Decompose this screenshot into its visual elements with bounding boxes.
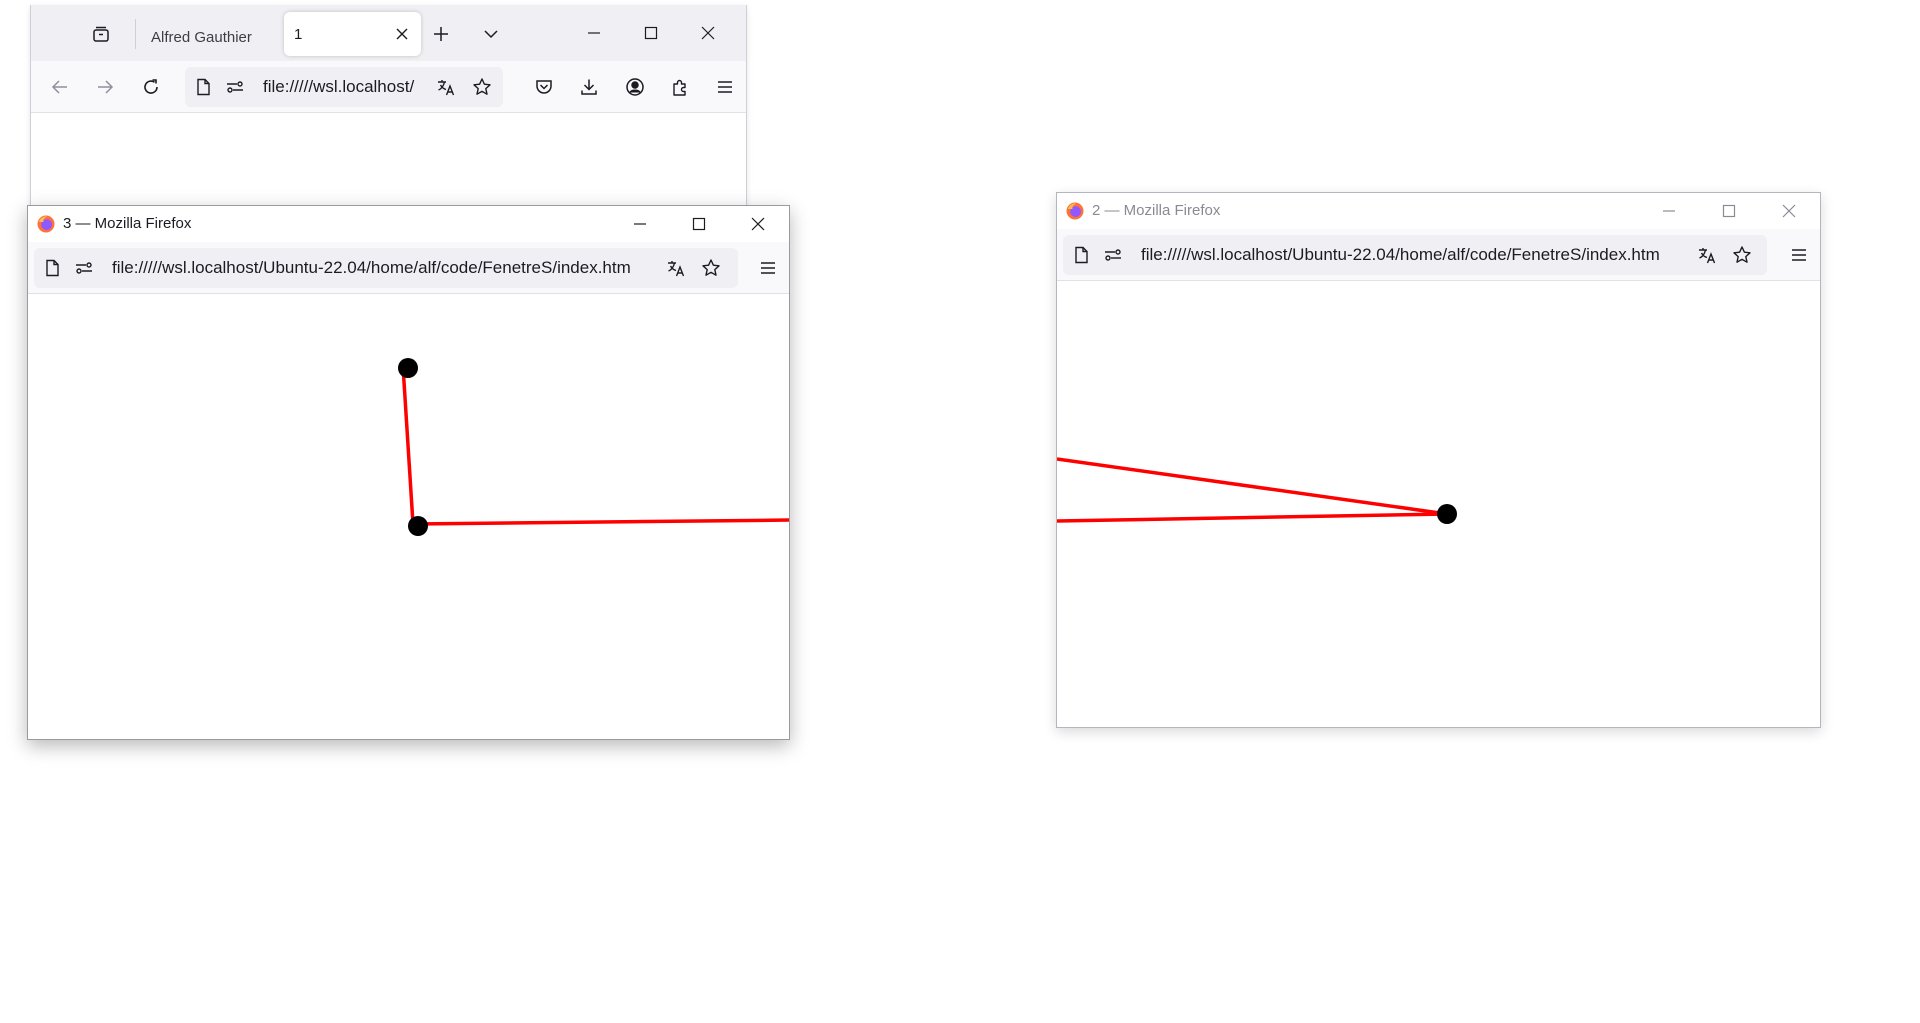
drawing-canvas <box>1057 457 1457 524</box>
extensions-icon[interactable] <box>664 71 696 103</box>
firefox-view-icon[interactable] <box>85 18 117 50</box>
back-icon[interactable] <box>44 71 76 103</box>
maximize-icon[interactable] <box>1707 195 1751 227</box>
bookmark-star-icon[interactable] <box>1732 245 1752 265</box>
navigation-toolbar: file://///wsl.localhost/ <box>31 61 746 113</box>
permissions-icon[interactable] <box>74 258 94 278</box>
url-text[interactable]: file://///wsl.localhost/Ubuntu-22.04/hom… <box>112 248 656 288</box>
url-bar[interactable]: file://///wsl.localhost/ <box>185 67 503 107</box>
tab-strip: Alfred Gauthier 1 <box>31 5 746 61</box>
page-content <box>28 294 789 739</box>
red-line <box>412 518 789 526</box>
title-bar[interactable]: 3 — Mozilla Firefox <box>28 206 789 242</box>
close-icon[interactable] <box>1767 195 1811 227</box>
page-icon <box>42 258 62 278</box>
forward-icon[interactable] <box>89 71 121 103</box>
bookmark-star-icon[interactable] <box>701 258 721 278</box>
maximize-icon[interactable] <box>629 17 673 49</box>
title-bar[interactable]: 2 — Mozilla Firefox <box>1057 193 1820 229</box>
permissions-icon[interactable] <box>1103 245 1123 265</box>
tab-1[interactable]: 1 <box>284 12 421 56</box>
pocket-icon[interactable] <box>528 71 560 103</box>
menu-icon[interactable] <box>709 71 741 103</box>
menu-icon[interactable] <box>1783 239 1815 271</box>
url-text[interactable]: file://///wsl.localhost/Ubuntu-22.04/hom… <box>1141 235 1687 275</box>
downloads-icon[interactable] <box>573 71 605 103</box>
url-text[interactable]: file://///wsl.localhost/ <box>263 67 425 107</box>
window-title: 2 — Mozilla Firefox <box>1092 202 1221 219</box>
minimize-icon[interactable] <box>572 17 616 49</box>
page-icon <box>1071 245 1091 265</box>
reload-icon[interactable] <box>135 71 167 103</box>
list-all-tabs-icon[interactable] <box>477 20 505 48</box>
url-bar[interactable]: file://///wsl.localhost/Ubuntu-22.04/hom… <box>1063 235 1767 275</box>
minimize-icon[interactable] <box>1647 195 1691 227</box>
firefox-window-2[interactable]: 2 — Mozilla Firefox file://///wsl.localh… <box>1056 192 1821 728</box>
close-icon[interactable] <box>736 208 780 240</box>
red-line <box>401 365 415 525</box>
point-marker[interactable] <box>408 516 428 536</box>
translate-icon[interactable] <box>436 77 456 97</box>
tab-alfred-gauthier[interactable]: Alfred Gauthier <box>143 15 293 59</box>
menu-icon[interactable] <box>752 252 784 284</box>
point-marker[interactable] <box>398 358 418 378</box>
url-bar[interactable]: file://///wsl.localhost/Ubuntu-22.04/hom… <box>34 248 738 288</box>
translate-icon[interactable] <box>666 258 686 278</box>
new-tab-icon[interactable] <box>427 20 455 48</box>
point-marker[interactable] <box>1437 504 1457 524</box>
window-title: 3 — Mozilla Firefox <box>63 215 192 232</box>
tab-label: 1 <box>294 25 303 43</box>
close-tab-icon[interactable] <box>393 25 411 43</box>
red-line <box>1057 457 1448 516</box>
page-icon <box>193 77 213 97</box>
tab-label: Alfred Gauthier <box>151 28 252 46</box>
account-icon[interactable] <box>619 71 651 103</box>
maximize-icon[interactable] <box>677 208 721 240</box>
firefox-logo-icon <box>37 215 55 233</box>
bookmark-star-icon[interactable] <box>472 77 492 97</box>
firefox-window-3[interactable]: 3 — Mozilla Firefox file://///wsl.localh… <box>27 205 790 740</box>
page-content <box>31 113 746 205</box>
close-icon[interactable] <box>686 17 730 49</box>
translate-icon[interactable] <box>1697 245 1717 265</box>
red-line <box>1057 512 1448 523</box>
navigation-toolbar: file://///wsl.localhost/Ubuntu-22.04/hom… <box>1057 229 1820 281</box>
permissions-icon[interactable] <box>225 77 245 97</box>
tab-separator <box>135 19 136 49</box>
firefox-window-1[interactable]: Alfred Gauthier 1 file://///wsl.localhos… <box>30 5 747 205</box>
minimize-icon[interactable] <box>618 208 662 240</box>
drawing-canvas <box>398 358 789 536</box>
page-content <box>1057 281 1820 727</box>
desktop: Alfred Gauthier 1 file://///wsl.localhos… <box>0 0 1920 1023</box>
firefox-logo-icon <box>1066 202 1084 220</box>
navigation-toolbar: file://///wsl.localhost/Ubuntu-22.04/hom… <box>28 242 789 294</box>
